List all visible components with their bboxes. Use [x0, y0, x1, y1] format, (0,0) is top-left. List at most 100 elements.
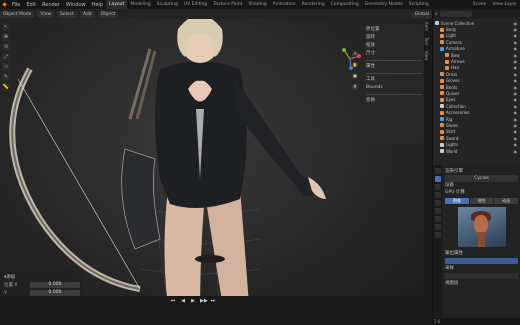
device-value[interactable]: GPU 计算 — [445, 189, 518, 196]
n-panel-row[interactable]: 尺寸 — [366, 50, 422, 58]
visibility-eye-icon[interactable]: ◉ — [514, 27, 518, 32]
visibility-eye-icon[interactable]: ◉ — [514, 85, 518, 90]
n-panel-row[interactable]: 变换 — [366, 97, 422, 105]
visibility-eye-icon[interactable]: ◉ — [514, 40, 518, 45]
menu-file[interactable]: File — [9, 2, 23, 8]
operator-panel-title[interactable]: ▾ 添加 — [4, 273, 80, 281]
view-layer-tab-icon[interactable] — [434, 192, 441, 198]
output-tab-icon[interactable] — [434, 184, 441, 190]
visibility-eye-icon[interactable]: ◉ — [514, 21, 518, 26]
outliner-row[interactable]: World ◉ — [433, 148, 520, 154]
visibility-eye-icon[interactable]: ◉ — [514, 53, 518, 58]
timeline[interactable]: ⏮ ◀ ▶ ▶▶ ⏭ — [0, 296, 432, 325]
visibility-eye-icon[interactable]: ◉ — [514, 104, 518, 109]
tab-view[interactable]: View — [424, 48, 429, 64]
object-tab-icon[interactable] — [434, 216, 441, 222]
tool-tab-icon[interactable] — [434, 168, 441, 174]
n-panel-row[interactable]: 缩放 — [366, 42, 422, 50]
visibility-eye-icon[interactable]: ◉ — [514, 78, 518, 83]
visibility-eye-icon[interactable]: ◉ — [514, 136, 518, 141]
zoom-icon[interactable]: + — [352, 51, 358, 57]
material-tab-icon[interactable] — [434, 232, 441, 238]
visibility-eye-icon[interactable]: ◉ — [514, 117, 518, 122]
tool-icon-6[interactable]: 📏 — [2, 83, 10, 91]
menu-help[interactable]: Help — [89, 2, 106, 8]
tab-tool[interactable]: Tool — [424, 34, 429, 48]
tab-workspace-7[interactable]: Rendering — [299, 0, 328, 9]
transform-orientation[interactable]: Global — [411, 10, 432, 18]
video-button[interactable]: 视频 — [469, 198, 494, 204]
sampling-bar[interactable] — [445, 258, 518, 264]
view-layer-label[interactable]: 视图层 — [445, 280, 518, 287]
perspective-grid-icon[interactable]: # — [352, 84, 358, 90]
navigation-gizmo[interactable] — [338, 47, 362, 71]
playback-control-icon[interactable]: ▶▶ — [200, 298, 208, 304]
tab-workspace-1[interactable]: Modeling — [127, 0, 153, 9]
pan-hand-icon[interactable]: ✋ — [352, 62, 358, 68]
playback-control-icon[interactable]: ▶ — [190, 298, 196, 304]
filter-icon[interactable]: ⌕ — [435, 11, 438, 17]
view-layer-selector[interactable]: View Layer — [489, 0, 520, 9]
scene-tab-icon[interactable] — [434, 200, 441, 206]
tool-icon-2[interactable]: ⟲ — [2, 43, 10, 51]
n-panel-row[interactable]: 属性 — [366, 63, 422, 71]
visibility-eye-icon[interactable]: ◉ — [514, 91, 518, 96]
modifier-tab-icon[interactable] — [434, 224, 441, 230]
tab-workspace-0[interactable]: Layout — [106, 0, 128, 9]
tool-icon-3[interactable]: ⤢ — [2, 53, 10, 61]
view-menu[interactable]: View — [37, 10, 55, 18]
add-menu[interactable]: Add — [79, 10, 95, 18]
playback-control-icon[interactable]: ◀ — [180, 298, 186, 304]
object-menu[interactable]: Object — [97, 10, 119, 18]
n-panel-row[interactable]: 原位置 — [366, 26, 422, 34]
outliner-search-input[interactable] — [439, 11, 472, 17]
menu-edit[interactable]: Edit — [23, 2, 39, 8]
tab-workspace-10[interactable]: Scripting — [406, 0, 432, 9]
animation-button[interactable]: 动画 — [494, 198, 519, 204]
menu-window[interactable]: Window — [63, 2, 89, 8]
tool-icon-4[interactable]: ▭ — [2, 63, 10, 71]
mode-dropdown[interactable]: Object Mode — [0, 10, 35, 18]
visibility-eye-icon[interactable]: ◉ — [514, 142, 518, 147]
scene-selector[interactable]: Scene — [470, 0, 490, 9]
blender-logo-icon[interactable]: ◆ — [0, 0, 9, 9]
3d-viewport[interactable]: ↖ ✥ ⟲ ⤢ ▭ ✎ 📏 + ✋ ▣ # 原位置 旋转 缩放 尺寸属性工具 Bounds 变换 ▾ … — [0, 19, 432, 325]
tool-icon-1[interactable]: ✥ — [2, 33, 10, 41]
visibility-eye-icon[interactable]: ◉ — [514, 129, 518, 134]
tab-workspace-2[interactable]: Sculpting — [154, 0, 181, 9]
visibility-eye-icon[interactable]: ◉ — [514, 33, 518, 38]
playback-control-icon[interactable]: ⏭ — [210, 298, 216, 304]
output-properties-label[interactable]: 输出属性 — [445, 250, 518, 257]
tab-workspace-5[interactable]: Shading — [245, 0, 269, 9]
tab-workspace-4[interactable]: Texture Paint — [210, 0, 245, 9]
menu-render[interactable]: Render — [39, 2, 63, 8]
visibility-eye-icon[interactable]: ◉ — [514, 149, 518, 154]
visibility-eye-icon[interactable]: ◉ — [514, 123, 518, 128]
camera-view-icon[interactable]: ▣ — [352, 73, 358, 79]
render-tab-icon[interactable] — [434, 176, 441, 182]
view-layer-bar[interactable] — [445, 273, 518, 279]
tool-icon-0[interactable]: ↖ — [2, 23, 10, 31]
tool-icon-5[interactable]: ✎ — [2, 73, 10, 81]
tab-workspace-8[interactable]: Compositing — [328, 0, 362, 9]
playback-control-icon[interactable]: ⏮ — [170, 298, 176, 304]
visibility-eye-icon[interactable]: ◉ — [514, 59, 518, 64]
render-engine-value[interactable]: Cycles — [445, 175, 518, 182]
visibility-eye-icon[interactable]: ◉ — [514, 65, 518, 70]
tab-item[interactable]: Item — [424, 19, 429, 34]
visibility-eye-icon[interactable]: ◉ — [514, 46, 518, 51]
world-tab-icon[interactable] — [434, 208, 441, 214]
visibility-eye-icon[interactable]: ◉ — [514, 97, 518, 102]
visibility-eye-icon[interactable]: ◉ — [514, 110, 518, 115]
sampling-label[interactable]: 采样 — [445, 265, 518, 272]
visibility-eye-icon[interactable]: ◉ — [514, 72, 518, 77]
n-panel-row[interactable]: 旋转 — [366, 34, 422, 42]
tab-workspace-9[interactable]: Geometry Nodes — [362, 0, 406, 9]
n-panel-row[interactable]: 工具 — [366, 76, 422, 84]
tab-workspace-6[interactable]: Animation — [270, 0, 299, 9]
select-menu[interactable]: Select — [57, 10, 77, 18]
location-x-field[interactable]: 0.000 — [30, 282, 80, 288]
tab-workspace-3[interactable]: UV Editing — [181, 0, 210, 9]
n-panel-row[interactable]: Bounds — [366, 84, 422, 92]
image-button[interactable]: 图像 — [445, 198, 469, 204]
